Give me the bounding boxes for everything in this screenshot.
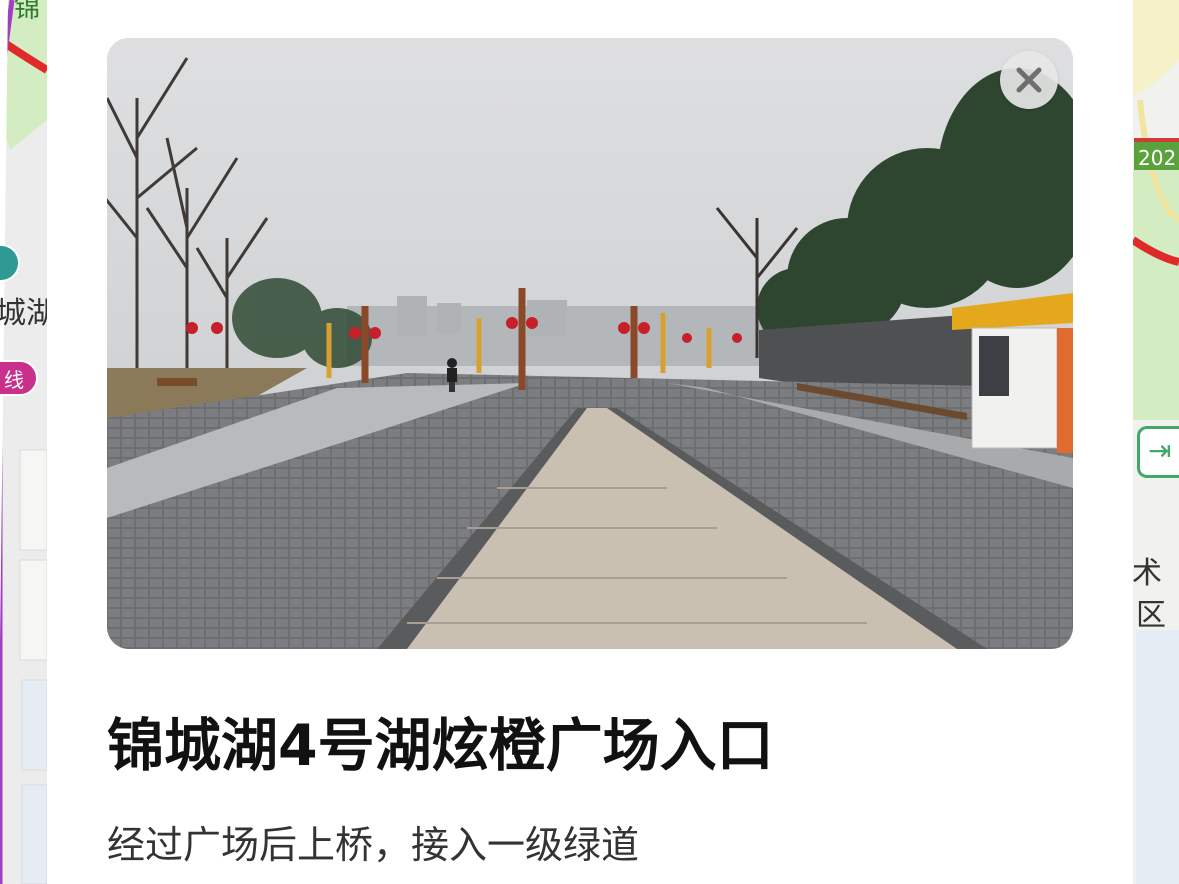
- poi-title: 锦城湖4号湖炫橙广场入口: [107, 713, 774, 779]
- close-icon: [1016, 67, 1042, 93]
- poi-photo[interactable]: [107, 38, 1073, 649]
- metro-line-label: 线: [4, 368, 24, 392]
- road-shield: 202: [1134, 138, 1179, 170]
- poi-description: 经过广场后上桥，接入一级绿道: [107, 823, 640, 867]
- close-button[interactable]: [1000, 51, 1058, 109]
- road-number: 202: [1138, 146, 1177, 170]
- map-label-right-1: 术: [1132, 556, 1162, 591]
- map-label-top-left: 锦: [14, 0, 41, 24]
- exit-door-icon[interactable]: ⇥: [1137, 426, 1179, 478]
- metro-line-badge[interactable]: 线: [0, 360, 38, 396]
- poi-detail-sheet: 锦城湖4号湖炫橙广场入口 经过广场后上桥，接入一级绿道: [47, 0, 1133, 884]
- plaza-photo-illustration: [107, 38, 1073, 649]
- map-label-right-2: 区: [1136, 598, 1166, 633]
